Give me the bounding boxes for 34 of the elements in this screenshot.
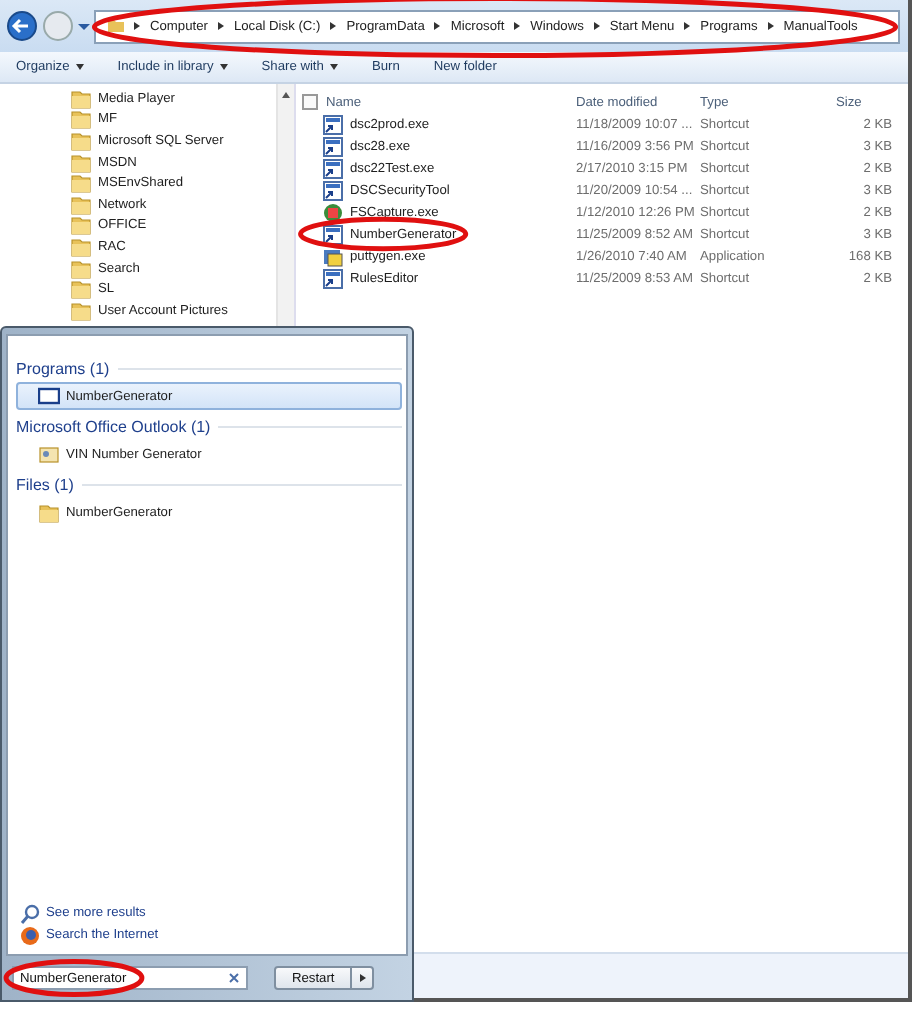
- caret-icon: [78, 21, 90, 31]
- folder-icon: [70, 278, 92, 301]
- group-header: Microsoft Office Outlook (1): [16, 418, 211, 436]
- folder-icon: [70, 257, 92, 280]
- group-header: Files (1): [16, 476, 74, 494]
- folder-icon: [70, 299, 92, 322]
- folder-icon: [70, 151, 92, 174]
- folder-icon: [108, 18, 124, 34]
- contact-card-icon: [38, 443, 60, 465]
- shortcut-icon: [322, 180, 344, 202]
- window-icon: [38, 386, 60, 406]
- shortcut-icon: [322, 268, 344, 290]
- folder-icon: [38, 501, 60, 523]
- folder-icon: [70, 108, 92, 131]
- globe-icon: [20, 925, 40, 945]
- checkbox[interactable]: [302, 94, 318, 110]
- search-icon: [20, 903, 40, 923]
- shortcut-icon: [322, 136, 344, 158]
- app-icon: [322, 246, 344, 268]
- folder-icon: [70, 172, 92, 195]
- shortcut-icon: [322, 114, 344, 136]
- group-header: Programs (1): [16, 360, 110, 378]
- forward-icon: [42, 10, 74, 42]
- back-icon: [6, 10, 38, 42]
- folder-icon: [70, 87, 92, 110]
- folder-icon: [70, 235, 92, 258]
- folder-icon: [70, 193, 92, 216]
- folder-icon: [70, 129, 92, 152]
- folder-icon: [70, 214, 92, 237]
- clear-icon: [228, 972, 240, 984]
- options-button[interactable]: [352, 966, 375, 990]
- shortcut-icon: [322, 224, 344, 246]
- capture-app-icon: [322, 202, 344, 224]
- shortcut-icon: [322, 158, 344, 180]
